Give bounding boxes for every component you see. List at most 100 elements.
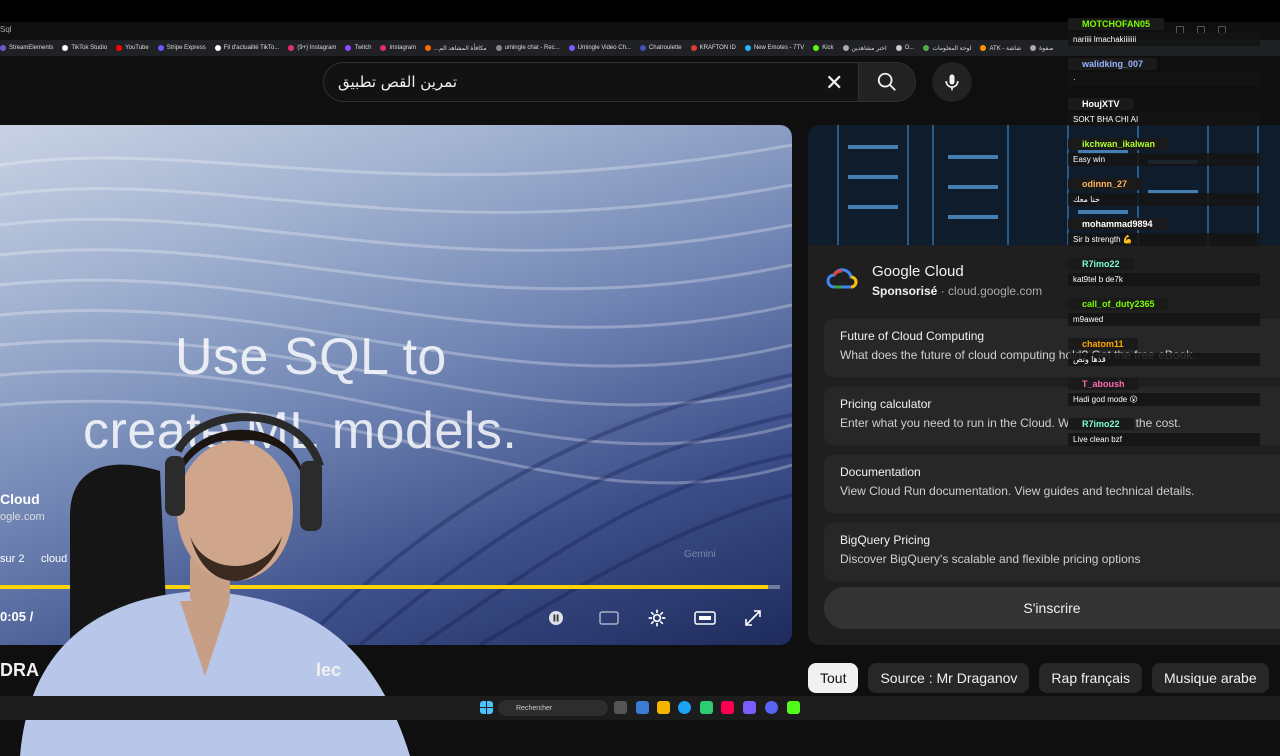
- voice-search-button[interactable]: [932, 62, 972, 102]
- bookmark-item[interactable]: O...: [895, 45, 914, 51]
- bookmark-label: اختر مشاهدين: [851, 45, 887, 52]
- close-icon[interactable]: ✕: [825, 72, 843, 94]
- bookmark-label: (9+) Instagram: [297, 45, 337, 51]
- ad-link-3[interactable]: Documentation View Cloud Run documentati…: [824, 455, 1280, 513]
- stream-chat-overlay: MOTCHOFAN05 nariiii lmachakiiiiiii walidki…: [1068, 14, 1280, 454]
- chat-username: R7imo22: [1068, 418, 1134, 430]
- kick-icon[interactable]: [787, 701, 800, 714]
- chip-source[interactable]: Source : Mr Draganov: [868, 663, 1030, 693]
- bookmark-favicon-icon: [425, 45, 432, 51]
- window-title: Sql: [0, 25, 12, 34]
- chat-username: chatom11: [1068, 338, 1138, 350]
- tiktok-icon[interactable]: [721, 701, 734, 714]
- bookmark-item[interactable]: Stripe Express: [157, 45, 206, 51]
- bookmark-item[interactable]: لوحة المعلومات: [923, 45, 971, 52]
- bookmark-item[interactable]: TikTok Studio: [62, 45, 107, 51]
- ad-sponsor-line: Sponsorisé · cloud.google.com: [872, 284, 1042, 298]
- browser-icon[interactable]: [678, 701, 691, 714]
- fullscreen-button[interactable]: [740, 605, 766, 631]
- chat-message: chatom11 قدها ونص: [1068, 334, 1260, 366]
- bookmark-item[interactable]: Kick: [813, 45, 834, 51]
- chat-text: Live clean bzf: [1068, 433, 1260, 446]
- subscribe-button[interactable]: S'inscrire: [824, 587, 1280, 629]
- chat-username: odinnn_27: [1068, 178, 1142, 190]
- taskbar: Rechercher: [0, 696, 1280, 720]
- chat-text: nariiii lmachakiiiiiii: [1068, 33, 1260, 46]
- bookmark-item[interactable]: Twitch: [345, 45, 371, 51]
- bookmark-label: ...مكافأة المشاهد الم: [434, 45, 487, 52]
- settings-button[interactable]: [644, 605, 670, 631]
- chat-text: ·: [1068, 73, 1260, 86]
- app2-icon[interactable]: [743, 701, 756, 714]
- bookmark-favicon-icon: [0, 45, 6, 51]
- ad-link-desc: View Cloud Run documentation. View guide…: [840, 484, 1195, 498]
- bookmark-item[interactable]: Fil d'actualité TikTo...: [214, 45, 279, 51]
- bookmark-item[interactable]: ATK - شاشة: [980, 45, 1021, 52]
- chat-message: HoujXTV SOKT BHA CHI AI: [1068, 94, 1260, 126]
- chat-text: SOKT BHA CHI AI: [1068, 113, 1260, 126]
- app-icon[interactable]: [700, 701, 713, 714]
- chat-username: mohammad9894: [1068, 218, 1167, 230]
- chat-message: walidking_007 ·: [1068, 54, 1260, 86]
- video-title-left[interactable]: DRA: [0, 660, 39, 681]
- bookmark-item[interactable]: StreamElements: [0, 45, 53, 51]
- chip-all[interactable]: Tout: [808, 663, 859, 693]
- bookmark-label: Kick: [822, 45, 834, 51]
- chat-username: T_aboush: [1068, 378, 1139, 390]
- bookmark-label: KRAFTON ID: [699, 45, 736, 51]
- chip-rap[interactable]: Rap français: [1039, 663, 1143, 693]
- bookmark-label: TikTok Studio: [71, 45, 108, 51]
- bookmark-favicon-icon: [1030, 45, 1037, 51]
- chat-message: T_aboush Hadi god mode 😮: [1068, 374, 1260, 406]
- filter-chips: Tout Source : Mr Draganov Rap français M…: [808, 663, 1269, 693]
- bookmark-favicon-icon: [895, 45, 902, 51]
- bookmark-label: Chatroulette: [648, 45, 682, 51]
- search-icon: [877, 72, 896, 91]
- bookmark-label: StreamElements: [9, 45, 54, 51]
- sponsored-label: Sponsorisé: [872, 284, 938, 298]
- bookmark-label: Umingle Video Ch...: [577, 45, 631, 51]
- chip-arabic-music[interactable]: Musique arabe: [1152, 663, 1269, 693]
- bookmark-item[interactable]: New Emotes - 7TV: [744, 45, 804, 51]
- pause-icon: [549, 611, 563, 625]
- bookmark-favicon-icon: [813, 45, 820, 51]
- google-cloud-logo-icon: [826, 268, 858, 289]
- bookmark-item[interactable]: Chatroulette: [639, 45, 682, 51]
- chat-username: HoujXTV: [1068, 98, 1134, 110]
- ad-link-4[interactable]: BigQuery Pricing Discover BigQuery's sca…: [824, 523, 1280, 581]
- chat-message: mohammad9894 Sir b strength 💪: [1068, 214, 1260, 246]
- ad-brand-name[interactable]: Google Cloud: [872, 263, 964, 280]
- bookmark-item[interactable]: اختر مشاهدين: [842, 45, 887, 52]
- video-title-right[interactable]: lec: [316, 660, 341, 681]
- search-button[interactable]: [858, 62, 916, 102]
- fullscreen-icon: [745, 610, 761, 626]
- search-input[interactable]: [324, 73, 784, 91]
- chat-text: Easy win: [1068, 153, 1260, 166]
- bookmark-item[interactable]: Instagram: [380, 45, 416, 51]
- chat-text: حنا معك: [1068, 193, 1260, 206]
- pause-button[interactable]: [543, 605, 569, 631]
- bookmark-item[interactable]: umingle chat - Rec...: [495, 45, 560, 51]
- bookmark-item[interactable]: ...مكافأة المشاهد الم: [425, 45, 487, 52]
- ad-domain[interactable]: cloud.google.com: [948, 284, 1042, 298]
- bookmark-item[interactable]: YouTube: [116, 45, 149, 51]
- bookmark-favicon-icon: [157, 45, 164, 51]
- bookmark-item[interactable]: (9+) Instagram: [288, 45, 336, 51]
- subtitles-button[interactable]: [596, 605, 622, 631]
- theater-mode-button[interactable]: [692, 605, 718, 631]
- taskbar-search[interactable]: Rechercher: [498, 700, 608, 716]
- bookmark-item[interactable]: Umingle Video Ch...: [568, 45, 631, 51]
- chat-message: MOTCHOFAN05 nariiii lmachakiiiiiii: [1068, 14, 1260, 46]
- microphone-icon: [945, 74, 959, 91]
- discord-icon[interactable]: [765, 701, 778, 714]
- bookmark-item[interactable]: KRAFTON ID: [690, 45, 736, 51]
- widgets-icon[interactable]: [636, 701, 649, 714]
- bookmark-favicon-icon: [116, 45, 123, 51]
- bookmark-item[interactable]: صفوة: [1030, 45, 1054, 52]
- task-view-icon[interactable]: [614, 701, 627, 714]
- bookmark-favicon-icon: [690, 45, 697, 51]
- search-box: ✕: [323, 62, 859, 102]
- chat-text: قدها ونص: [1068, 353, 1260, 366]
- file-explorer-icon[interactable]: [657, 701, 670, 714]
- windows-start-icon[interactable]: [480, 701, 493, 714]
